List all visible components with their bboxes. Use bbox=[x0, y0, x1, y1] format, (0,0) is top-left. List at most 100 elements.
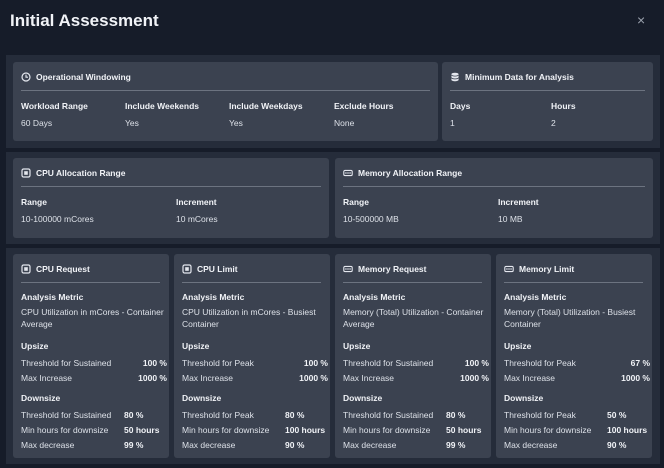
max-increase-label: Max Increase bbox=[504, 373, 556, 383]
downsize-label: Downsize bbox=[504, 393, 544, 403]
windowing-section: Operational Windowing Workload Range Inc… bbox=[6, 55, 660, 148]
max-increase-label: Max Increase bbox=[343, 373, 395, 383]
database-icon bbox=[450, 72, 460, 82]
max-decrease-label: Max decrease bbox=[182, 440, 236, 450]
max-decrease-value: 99 % bbox=[124, 440, 144, 450]
days-label: Days bbox=[450, 101, 471, 111]
divider bbox=[182, 282, 321, 283]
upsize-threshold-label: Threshold for Sustained bbox=[343, 358, 434, 368]
include-weekdays-label: Include Weekdays bbox=[229, 101, 303, 111]
divider bbox=[21, 186, 321, 187]
card-title: CPU Limit bbox=[197, 264, 238, 274]
max-decrease-label: Max decrease bbox=[21, 440, 75, 450]
max-decrease-label: Max decrease bbox=[504, 440, 558, 450]
max-decrease-value: 90 % bbox=[285, 440, 305, 450]
memory-icon bbox=[343, 168, 353, 178]
upsize-label: Upsize bbox=[21, 341, 49, 351]
workload-range-value: 60 Days bbox=[21, 118, 53, 128]
range-value: 10-500000 MB bbox=[343, 214, 399, 224]
max-increase-value: 1000 % bbox=[299, 373, 328, 383]
hours-label: Hours bbox=[551, 101, 576, 111]
downsize-threshold-label: Threshold for Peak bbox=[182, 410, 254, 420]
upsize-threshold-value: 100 % bbox=[464, 358, 489, 368]
memory-icon bbox=[504, 264, 514, 274]
min-data-card: Minimum Data for Analysis Days Hours 1 2 bbox=[442, 62, 653, 141]
memory-allocation-card: Memory Allocation Range Range Increment … bbox=[335, 158, 653, 238]
downsize-threshold-label: Threshold for Sustained bbox=[343, 410, 434, 420]
increment-label: Increment bbox=[498, 197, 539, 207]
exclude-hours-label: Exclude Hours bbox=[334, 101, 394, 111]
card-title: Operational Windowing bbox=[36, 72, 131, 82]
upsize-label: Upsize bbox=[343, 341, 371, 351]
upsize-threshold-label: Threshold for Sustained bbox=[21, 358, 112, 368]
min-hours-label: Min hours for downsize bbox=[504, 425, 592, 435]
downsize-threshold-label: Threshold for Sustained bbox=[21, 410, 112, 420]
workload-range-label: Workload Range bbox=[21, 101, 88, 111]
include-weekends-value: Yes bbox=[125, 118, 139, 128]
analysis-metric-value: Memory (Total) Utilization - Container A… bbox=[343, 307, 484, 329]
max-increase-value: 1000 % bbox=[621, 373, 650, 383]
range-label: Range bbox=[343, 197, 369, 207]
analysis-metric-label: Analysis Metric bbox=[182, 292, 245, 302]
downsize-threshold-value: 80 % bbox=[124, 410, 144, 420]
analysis-metric-value: CPU Utilization in mCores - Busiest Cont… bbox=[182, 307, 316, 329]
assessment-modal: Initial Assessment × Operational Windowi… bbox=[0, 0, 664, 468]
card-title: CPU Allocation Range bbox=[36, 168, 126, 178]
min-hours-value: 50 hours bbox=[446, 425, 482, 435]
divider bbox=[504, 282, 643, 283]
max-decrease-value: 90 % bbox=[607, 440, 627, 450]
increment-label: Increment bbox=[176, 197, 217, 207]
include-weekends-label: Include Weekends bbox=[125, 101, 200, 111]
min-hours-value: 100 hours bbox=[607, 425, 648, 435]
max-increase-value: 1000 % bbox=[460, 373, 489, 383]
upsize-threshold-label: Threshold for Peak bbox=[182, 358, 254, 368]
max-decrease-label: Max decrease bbox=[343, 440, 397, 450]
downsize-threshold-value: 50 % bbox=[607, 410, 627, 420]
close-icon[interactable]: × bbox=[637, 13, 645, 27]
analysis-metric-label: Analysis Metric bbox=[21, 292, 84, 302]
divider bbox=[21, 282, 160, 283]
max-increase-label: Max Increase bbox=[21, 373, 73, 383]
divider bbox=[343, 282, 482, 283]
downsize-threshold-label: Threshold for Peak bbox=[504, 410, 576, 420]
allocation-section: CPU Allocation Range Range Increment 10-… bbox=[6, 152, 660, 244]
cpu-icon bbox=[182, 264, 192, 274]
analysis-metric-label: Analysis Metric bbox=[504, 292, 567, 302]
cpu-allocation-card: CPU Allocation Range Range Increment 10-… bbox=[13, 158, 329, 238]
downsize-threshold-value: 80 % bbox=[285, 410, 305, 420]
divider bbox=[343, 186, 645, 187]
cpu-icon bbox=[21, 168, 31, 178]
divider bbox=[450, 90, 645, 91]
downsize-label: Downsize bbox=[182, 393, 222, 403]
card-title: CPU Request bbox=[36, 264, 90, 274]
max-decrease-value: 99 % bbox=[446, 440, 466, 450]
days-value: 1 bbox=[450, 118, 455, 128]
min-hours-label: Min hours for downsize bbox=[343, 425, 431, 435]
downsize-threshold-value: 80 % bbox=[446, 410, 466, 420]
increment-value: 10 mCores bbox=[176, 214, 218, 224]
memory-limit-card: Memory Limit Analysis Metric Memory (Tot… bbox=[496, 254, 652, 458]
analysis-metric-value: Memory (Total) Utilization - Busiest Con… bbox=[504, 307, 636, 329]
upsize-label: Upsize bbox=[182, 341, 210, 351]
min-hours-value: 100 hours bbox=[285, 425, 326, 435]
range-label: Range bbox=[21, 197, 47, 207]
modal-title: Initial Assessment bbox=[10, 11, 159, 30]
divider bbox=[21, 90, 430, 91]
cpu-limit-card: CPU Limit Analysis Metric CPU Utilizatio… bbox=[174, 254, 330, 458]
upsize-threshold-label: Threshold for Peak bbox=[504, 358, 576, 368]
cpu-icon bbox=[21, 264, 31, 274]
cpu-request-card: CPU Request Analysis Metric CPU Utilizat… bbox=[13, 254, 169, 458]
card-title: Minimum Data for Analysis bbox=[465, 72, 574, 82]
card-title: Memory Request bbox=[358, 264, 427, 274]
policy-section: CPU Request Analysis Metric CPU Utilizat… bbox=[6, 248, 660, 464]
hours-value: 2 bbox=[551, 118, 556, 128]
exclude-hours-value: None bbox=[334, 118, 355, 128]
max-increase-label: Max Increase bbox=[182, 373, 234, 383]
min-hours-label: Min hours for downsize bbox=[182, 425, 270, 435]
card-title: Memory Limit bbox=[519, 264, 575, 274]
analysis-metric-label: Analysis Metric bbox=[343, 292, 406, 302]
upsize-threshold-value: 100 % bbox=[303, 358, 328, 368]
upsize-label: Upsize bbox=[504, 341, 532, 351]
memory-icon bbox=[343, 264, 353, 274]
memory-request-card: Memory Request Analysis Metric Memory (T… bbox=[335, 254, 491, 458]
